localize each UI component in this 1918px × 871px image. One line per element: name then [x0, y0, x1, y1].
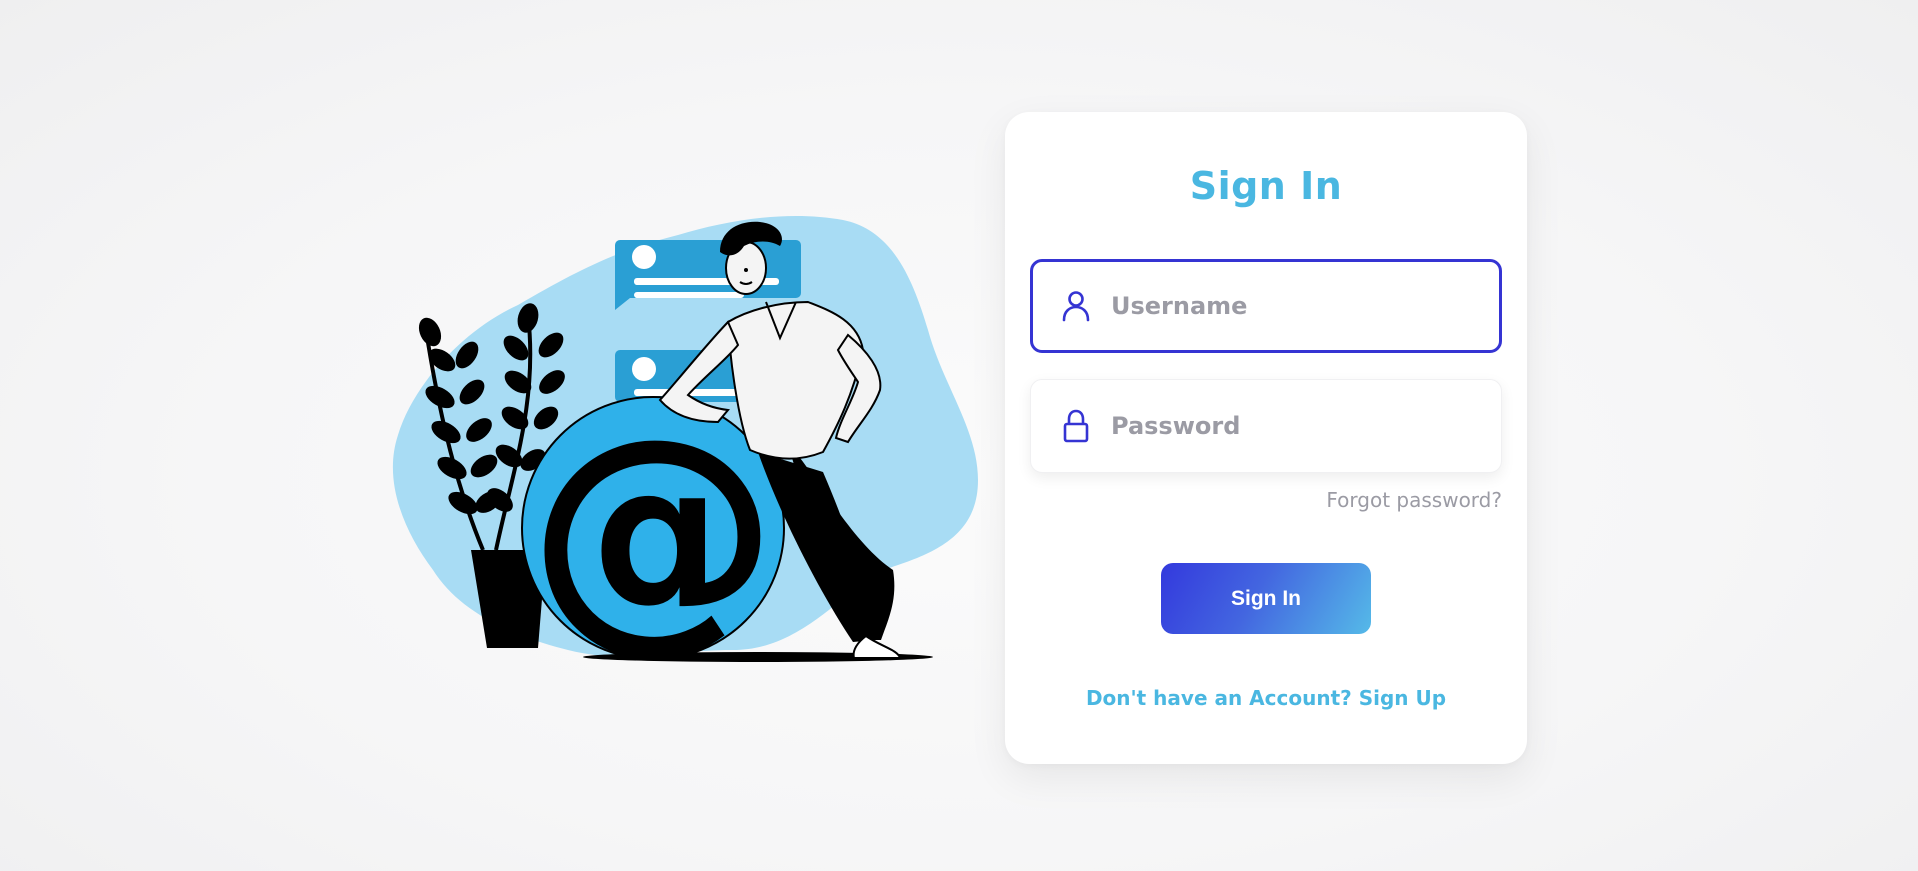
lock-icon: [1059, 409, 1093, 443]
svg-text:@: @: [528, 384, 778, 670]
forgot-password-link[interactable]: Forgot password?: [1326, 488, 1502, 512]
password-field[interactable]: [1030, 379, 1502, 473]
sign-in-card: Sign In Forgot password? Sign In Don't h…: [1005, 112, 1527, 764]
login-illustration: @: [388, 210, 988, 675]
sign-in-button[interactable]: Sign In: [1161, 563, 1371, 634]
page-title: Sign In: [1189, 164, 1343, 208]
username-input[interactable]: [1109, 291, 1473, 321]
password-input[interactable]: [1109, 411, 1473, 441]
user-icon: [1059, 289, 1093, 323]
sign-up-link[interactable]: Don't have an Account? Sign Up: [1005, 686, 1527, 710]
username-field[interactable]: [1030, 259, 1502, 353]
